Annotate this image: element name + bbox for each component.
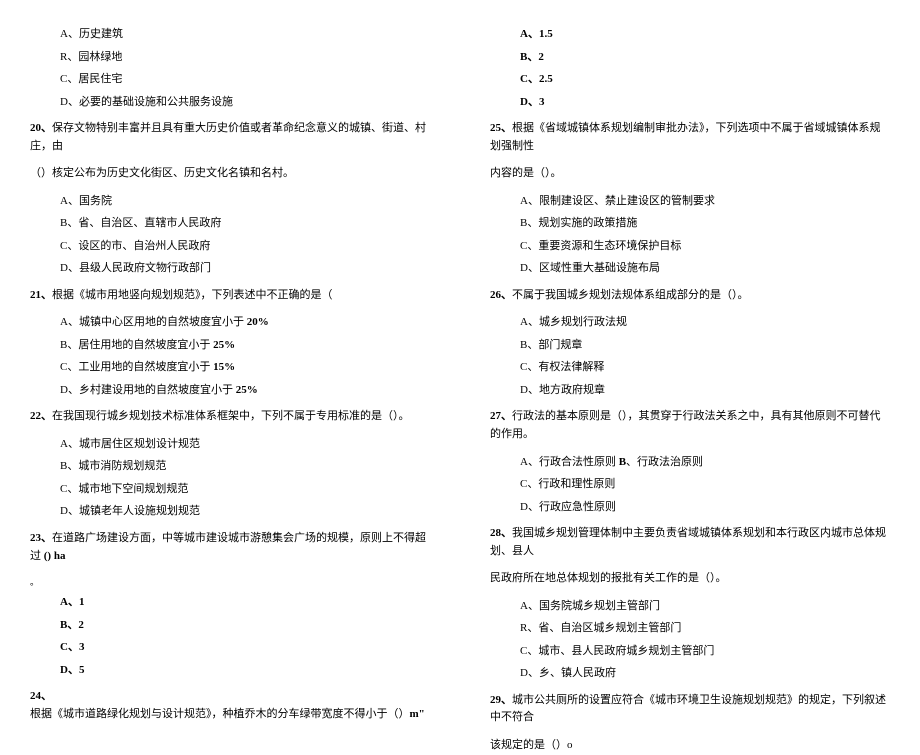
q28-number: 28、 (490, 527, 512, 539)
q20-option-d: D、县级人民政府文物行政部门 (60, 260, 430, 277)
q20-option-a: A、国务院 (60, 193, 430, 210)
q26-text: 不属于我国城乡规划法规体系组成部分的是（）。 (512, 289, 749, 301)
q28-stem: 28、我国城乡规划管理体制中主要负责省域城镇体系规划和本行政区内城市总体规划、县… (490, 525, 890, 560)
q22-stem: 22、在我国现行城乡规划技术标准体系框架中，下列不属于专用标准的是（）。 (30, 408, 430, 426)
q24-option-c: C、2.5 (520, 71, 890, 88)
q23-option-a: A、1 (60, 594, 430, 611)
q22-option-b: B、城市消防规划规范 (60, 458, 430, 475)
right-column: A、1.5 B、2 C、2.5 D、3 25、根据《省域城镇体系规划编制审批办法… (460, 0, 920, 651)
q24-unit: m" (410, 708, 425, 720)
q21-option-b: B、居住用地的自然坡度宜小于 25% (60, 337, 430, 354)
q22-option-c: C、城市地下空间规划规范 (60, 481, 430, 498)
q29-stem: 29、城市公共厕所的设置应符合《城市环境卫生设施规划规范》的规定，下列叙述中不符… (490, 692, 890, 727)
q25-stem: 25、根据《省域城镇体系规划编制审批办法》，下列选项中不属于省域城镇体系规划强制… (490, 120, 890, 155)
q26-option-d: D、地方政府规章 (520, 382, 890, 399)
q25-option-a: A、限制建设区、禁止建设区的管制要求 (520, 193, 890, 210)
q22-number: 22、 (30, 410, 52, 422)
q25-option-d: D、区域性重大基础设施布局 (520, 260, 890, 277)
q20-stem: 20、保存文物特别丰富并且具有重大历史价值或者革命纪念意义的城镇、街道、村庄，由 (30, 120, 430, 155)
q22-option-a: A、城市居住区规划设计规范 (60, 436, 430, 453)
q28-option-c: C、城市、县人民政府城乡规划主管部门 (520, 643, 890, 660)
q22-option-d: D、城镇老年人设施规划规范 (60, 503, 430, 520)
q20-option-c: C、设区的市、自治州人民政府 (60, 238, 430, 255)
q23-ha: () ha (44, 550, 66, 562)
left-column: A、历史建筑 R、园林绿地 C、居民住宅 D、必要的基础设施和公共服务设施 20… (0, 0, 460, 651)
q21-option-d: D、乡村建设用地的自然坡度宜小于 25% (60, 382, 430, 399)
q26-number: 26、 (490, 289, 512, 301)
q20-text-line2: （）核定公布为历史文化街区、历史文化名镇和名村。 (30, 165, 430, 183)
q28-option-b: R、省、自治区城乡规划主管部门 (520, 620, 890, 637)
q24-option-a: A、1.5 (520, 26, 890, 43)
q24-number: 24、 (30, 690, 52, 702)
q28-text-line1: 我国城乡规划管理体制中主要负责省域城镇体系规划和本行政区内城市总体规划、县人 (490, 527, 886, 557)
q28-option-a: A、国务院城乡规划主管部门 (520, 598, 890, 615)
q27-option-ab: A、行政合法性原则 B、行政法治原则 (520, 454, 890, 471)
q27-stem: 27、行政法的基本原则是（），其贯穿于行政法关系之中，具有其他原则不可替代的作用… (490, 408, 890, 443)
q24-text: 根据《城市道路绿化规划与设计规范》，种植乔木的分车绿带宽度不得小于（） (30, 708, 410, 720)
q19-option-c: C、居民住宅 (60, 71, 430, 88)
q29-number: 29、 (490, 694, 512, 706)
q19-option-a: A、历史建筑 (60, 26, 430, 43)
q24-stem: 24、根据《城市道路绿化规划与设计规范》，种植乔木的分车绿带宽度不得小于（）m" (30, 688, 430, 723)
q20-number: 20、 (30, 122, 52, 134)
q29-text-line2: 该规定的是（）o (490, 737, 890, 755)
q23-number: 23、 (30, 532, 52, 544)
q24-option-d: D、3 (520, 94, 890, 111)
q23-option-b: B、2 (60, 617, 430, 634)
q21-option-c: C、工业用地的自然坡度宜小于 15% (60, 359, 430, 376)
q20-text-line1: 保存文物特别丰富并且具有重大历史价值或者革命纪念意义的城镇、街道、村庄，由 (30, 122, 426, 152)
q26-stem: 26、不属于我国城乡规划法规体系组成部分的是（）。 (490, 287, 890, 305)
q26-option-c: C、有权法律解释 (520, 359, 890, 376)
q21-option-a: A、城镇中心区用地的自然坡度宜小于 20% (60, 314, 430, 331)
q23-stem: 23、在道路广场建设方面，中等城市建设城市游憩集会广场的规模，原则上不得超过 (… (30, 530, 430, 565)
q20-option-b: B、省、自治区、直辖市人民政府 (60, 215, 430, 232)
q19-option-b: R、园林绿地 (60, 49, 430, 66)
q29-text-line1: 城市公共厕所的设置应符合《城市环境卫生设施规划规范》的规定，下列叙述中不符合 (490, 694, 886, 724)
q23-option-d: D、5 (60, 662, 430, 679)
q27-text: 行政法的基本原则是（），其贯穿于行政法关系之中，具有其他原则不可替代的作用。 (490, 410, 881, 440)
q26-option-a: A、城乡规划行政法规 (520, 314, 890, 331)
q21-number: 21、 (30, 289, 52, 301)
q22-text: 在我国现行城乡规划技术标准体系框架中，下列不属于专用标准的是（）。 (52, 410, 410, 422)
q23-text-line1: 在道路广场建设方面，中等城市建设城市游憩集会广场的规模，原则上不得超过 (30, 532, 426, 562)
q27-number: 27、 (490, 410, 512, 422)
q28-option-d: D、乡、镇人民政府 (520, 665, 890, 682)
q25-number: 25、 (490, 122, 512, 134)
q28-text-line2: 民政府所在地总体规划的报批有关工作的是（）。 (490, 570, 890, 588)
q25-text-line1: 根据《省域城镇体系规划编制审批办法》，下列选项中不属于省域城镇体系规划强制性 (490, 122, 881, 152)
q25-text-line2: 内容的是（）。 (490, 165, 890, 183)
q25-option-b: B、规划实施的政策措施 (520, 215, 890, 232)
q21-text: 根据《城市用地竖向规划规范》，下列表述中不正确的是（ (52, 289, 333, 301)
q23-dot: 。 (30, 575, 430, 588)
q26-option-b: B、部门规章 (520, 337, 890, 354)
q19-option-d: D、必要的基础设施和公共服务设施 (60, 94, 430, 111)
q23-option-c: C、3 (60, 639, 430, 656)
q27-option-d: D、行政应急性原则 (520, 499, 890, 516)
q25-option-c: C、重要资源和生态环境保护目标 (520, 238, 890, 255)
q24-option-b: B、2 (520, 49, 890, 66)
q27-option-c: C、行政和理性原则 (520, 476, 890, 493)
q21-stem: 21、根据《城市用地竖向规划规范》，下列表述中不正确的是（ (30, 287, 430, 305)
